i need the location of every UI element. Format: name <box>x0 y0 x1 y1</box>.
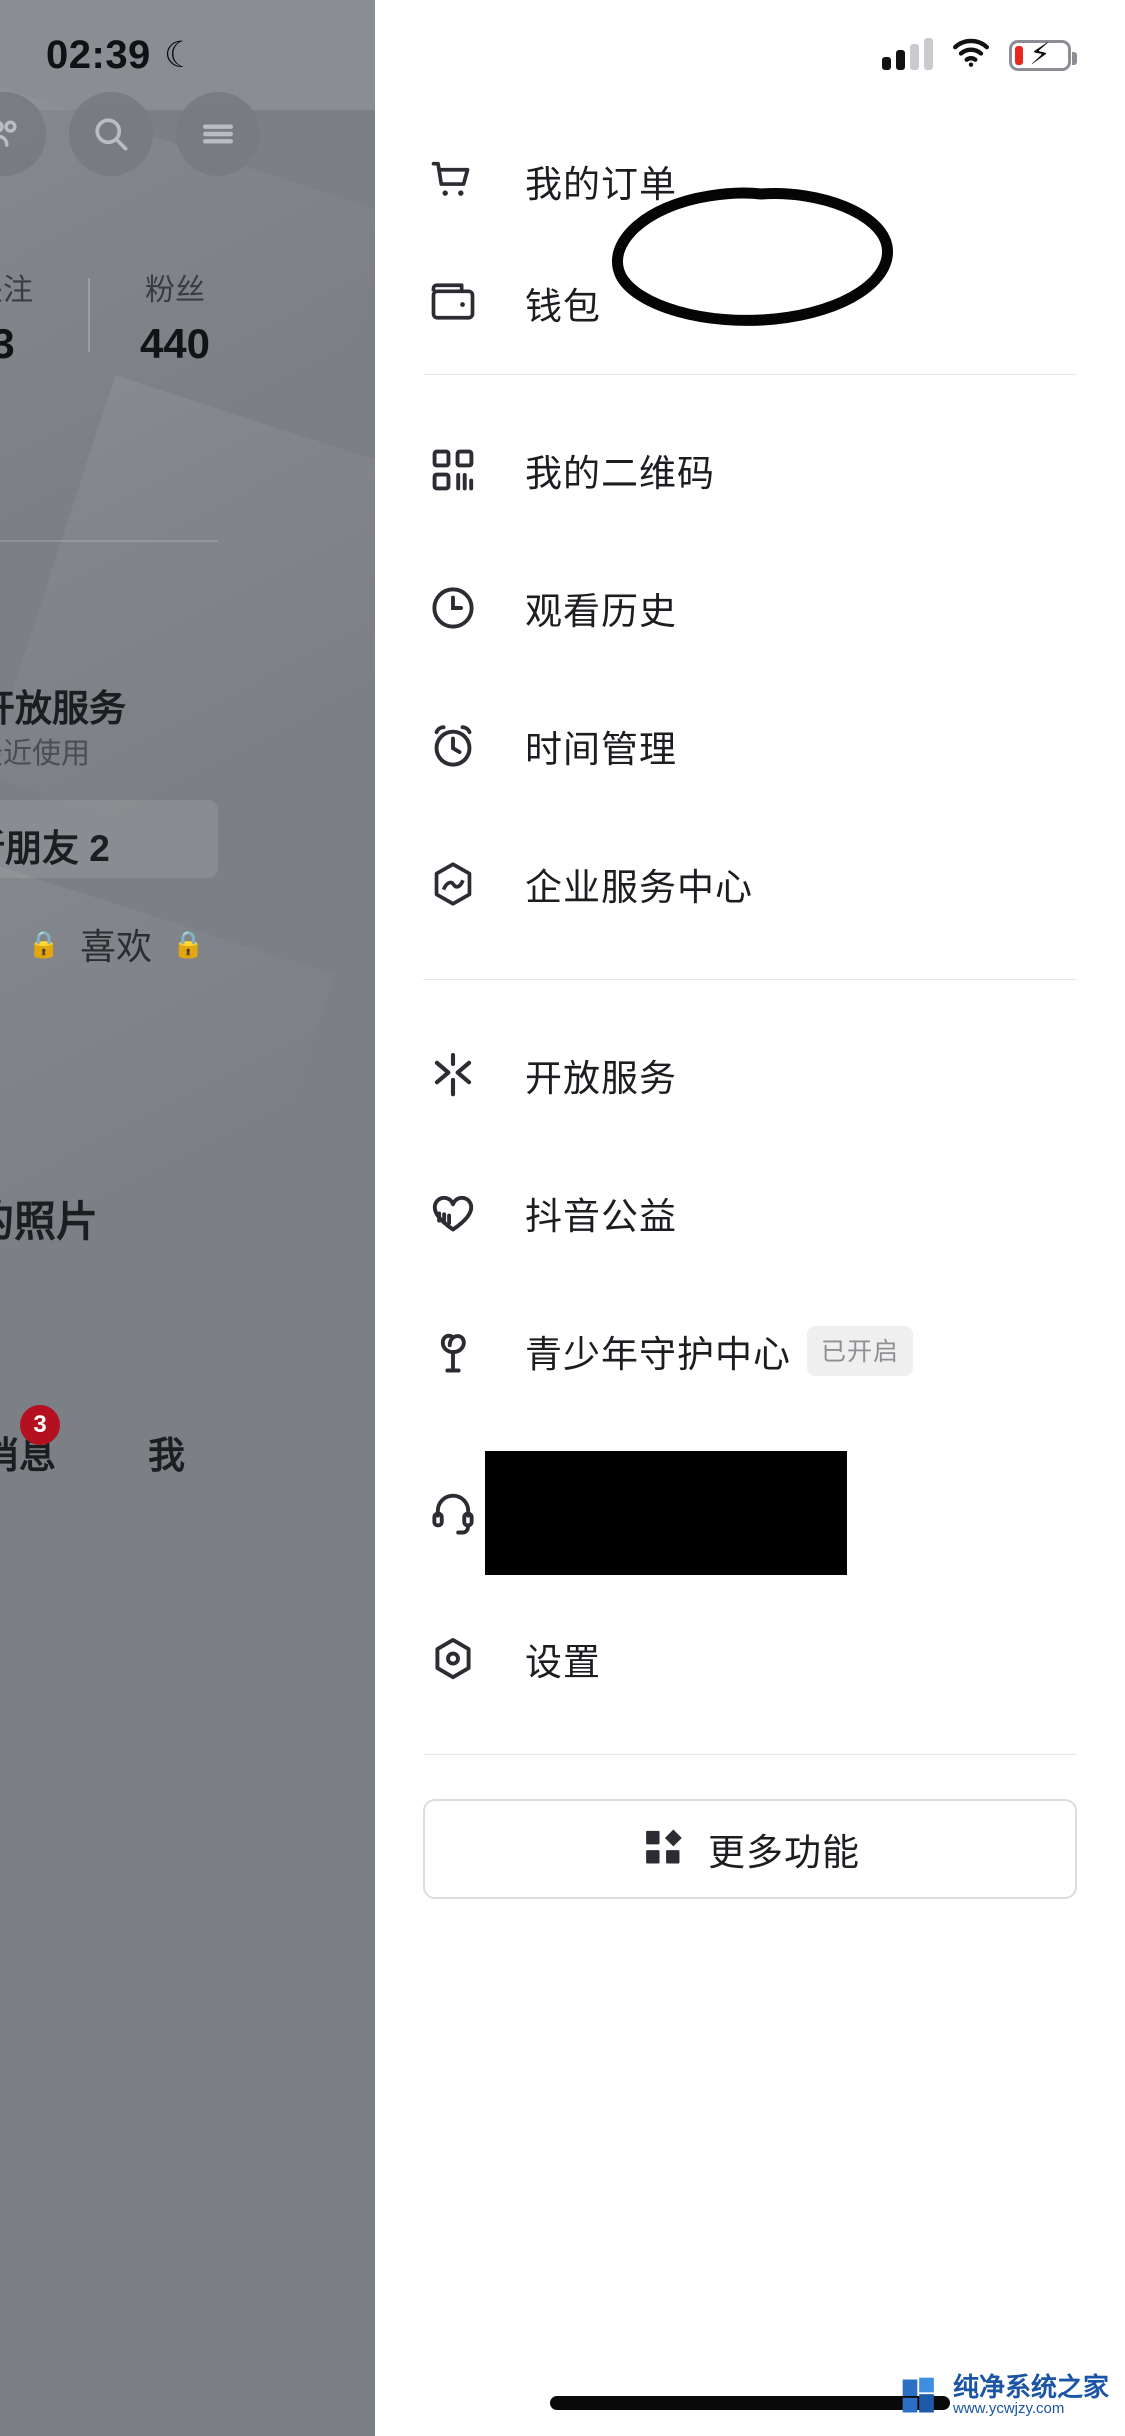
menu-item-label: 青少年守护中心 <box>525 1334 791 1375</box>
backdrop-new-friend-label: 新朋友 2 <box>0 828 110 869</box>
stat-value: 440 <box>139 319 211 367</box>
more-features-button[interactable]: 更多功能 <box>423 1799 1077 1899</box>
menu-item-my-orders[interactable]: 我的订单 <box>375 130 1125 232</box>
menu-spacer <box>375 980 1125 1024</box>
battery-charging-low-icon: ⚡ <box>1009 38 1077 71</box>
qr-code-icon <box>425 442 481 498</box>
redacted-label-bar <box>485 1451 847 1575</box>
lock-icon: 🔒 <box>27 928 60 959</box>
menu-item-customer-support[interactable] <box>375 1438 1125 1588</box>
stat-label: 关注 <box>0 274 33 307</box>
menu-item-label: 设置 <box>525 1642 601 1683</box>
headset-support-icon <box>425 1485 481 1541</box>
tab-me[interactable]: 我 <box>148 1425 185 1479</box>
alarm-clock-icon <box>425 718 481 774</box>
panel-status-bar: ⚡ <box>375 0 1125 110</box>
menu-spacer <box>375 1402 1125 1438</box>
menu-spacer <box>375 797 1125 833</box>
backdrop-like-label: 喜欢 <box>79 926 152 967</box>
enterprise-hexagon-icon <box>425 856 481 912</box>
watermark: 纯净系统之家 www.ycwjzy.com <box>899 2371 1109 2418</box>
drawer-menu-list: 我的订单 钱包 我的二维码 观看历史 时间管理 企业服务中心 开放服务 抖音公益… <box>375 110 1125 1899</box>
menu-item-label: 我的订单 <box>525 164 677 205</box>
menu-spacer <box>375 1710 1125 1754</box>
status-badge: 已开启 <box>807 1326 914 1376</box>
menu-item-label: 企业服务中心 <box>525 867 753 908</box>
shopping-cart-icon <box>425 153 481 209</box>
crescent-moon-icon: ☾ <box>163 34 197 75</box>
home-indicator <box>550 2396 950 2410</box>
menu-spacer <box>375 1126 1125 1162</box>
battery-level-fill <box>1015 45 1023 65</box>
watermark-title: 纯净系统之家 <box>952 2371 1109 2402</box>
lock-icon: 🔒 <box>172 928 205 959</box>
menu-item-enterprise-service-center[interactable]: 企业服务中心 <box>375 833 1125 935</box>
menu-item-time-management[interactable]: 时间管理 <box>375 695 1125 797</box>
tab-messages[interactable]: 消息 3 <box>0 1405 60 1479</box>
menu-item-label: 时间管理 <box>525 729 677 770</box>
backdrop-stats: 关注 3 粉丝 440 <box>0 272 240 368</box>
menu-spacer <box>375 232 1125 252</box>
menu-spacer <box>375 659 1125 695</box>
backdrop-photos-tab[interactable]: 的照片 <box>0 1188 98 1249</box>
menu-item-label: 我的二维码 <box>525 453 715 494</box>
open-service-star-icon <box>425 1047 481 1103</box>
menu-spacer <box>375 935 1125 979</box>
menu-spacer <box>375 1755 1125 1799</box>
status-time: 02:39 <box>46 32 151 77</box>
menu-item-charity[interactable]: 抖音公益 <box>375 1162 1125 1264</box>
menu-icon[interactable] <box>176 92 260 176</box>
friends-icon[interactable] <box>0 92 46 176</box>
menu-spacer <box>375 375 1125 419</box>
stat-label: 粉丝 <box>145 274 205 307</box>
stat-divider <box>88 278 90 352</box>
menu-item-label: 钱包 <box>525 286 601 327</box>
stat-followers[interactable]: 粉丝 440 <box>112 272 238 368</box>
charity-heart-icon <box>425 1185 481 1241</box>
sprout-icon <box>425 1323 481 1379</box>
menu-spacer <box>375 110 1125 130</box>
settings-hexagon-icon <box>425 1631 481 1687</box>
backdrop-like-tab[interactable]: 🔒 喜欢 🔒 <box>0 918 232 970</box>
stat-value: 3 <box>0 319 15 367</box>
watermark-logo-icon <box>902 2377 934 2413</box>
messages-badge: 3 <box>20 1405 60 1445</box>
menu-item-label: 抖音公益 <box>525 1196 677 1237</box>
grid-apps-icon <box>640 1824 686 1875</box>
stat-following[interactable]: 关注 3 <box>0 272 66 368</box>
menu-item-my-qr-code[interactable]: 我的二维码 <box>375 419 1125 521</box>
watermark-url: www.ycwjzy.com <box>952 2400 1065 2418</box>
search-icon[interactable] <box>69 92 153 176</box>
clock-history-icon <box>425 580 481 636</box>
menu-item-open-service[interactable]: 开放服务 <box>375 1024 1125 1126</box>
menu-spacer <box>375 1588 1125 1608</box>
menu-item-teen-protection[interactable]: 青少年守护中心 已开启 <box>375 1300 1125 1402</box>
wifi-icon <box>951 38 991 73</box>
more-features-label: 更多功能 <box>708 1832 860 1873</box>
menu-item-wallet[interactable]: 钱包 <box>375 252 1125 354</box>
wallet-icon <box>425 275 481 331</box>
backdrop-recent-use: 最近使用 <box>0 738 91 770</box>
backdrop-action-circles <box>0 92 260 176</box>
backdrop-open-service-title: 开放服务 <box>0 688 126 729</box>
menu-item-label: 观看历史 <box>525 591 677 632</box>
menu-spacer <box>375 1264 1125 1300</box>
dimmed-background-app[interactable]: 02:39 ☾ 关注 3 粉丝 440 <box>0 0 375 2436</box>
backdrop-divider <box>0 540 218 542</box>
menu-spacer <box>375 354 1125 374</box>
menu-spacer <box>375 521 1125 557</box>
menu-item-watch-history[interactable]: 观看历史 <box>375 557 1125 659</box>
side-drawer-panel: ⚡ 我的订单 钱包 我的二维码 观看历史 时间管理 企业服务中心 开放服务 抖音… <box>375 0 1125 2436</box>
cellular-signal-icon <box>882 38 933 70</box>
menu-item-label: 开放服务 <box>525 1058 677 1099</box>
charging-bolt-icon: ⚡ <box>1029 38 1051 71</box>
menu-item-settings[interactable]: 设置 <box>375 1608 1125 1710</box>
